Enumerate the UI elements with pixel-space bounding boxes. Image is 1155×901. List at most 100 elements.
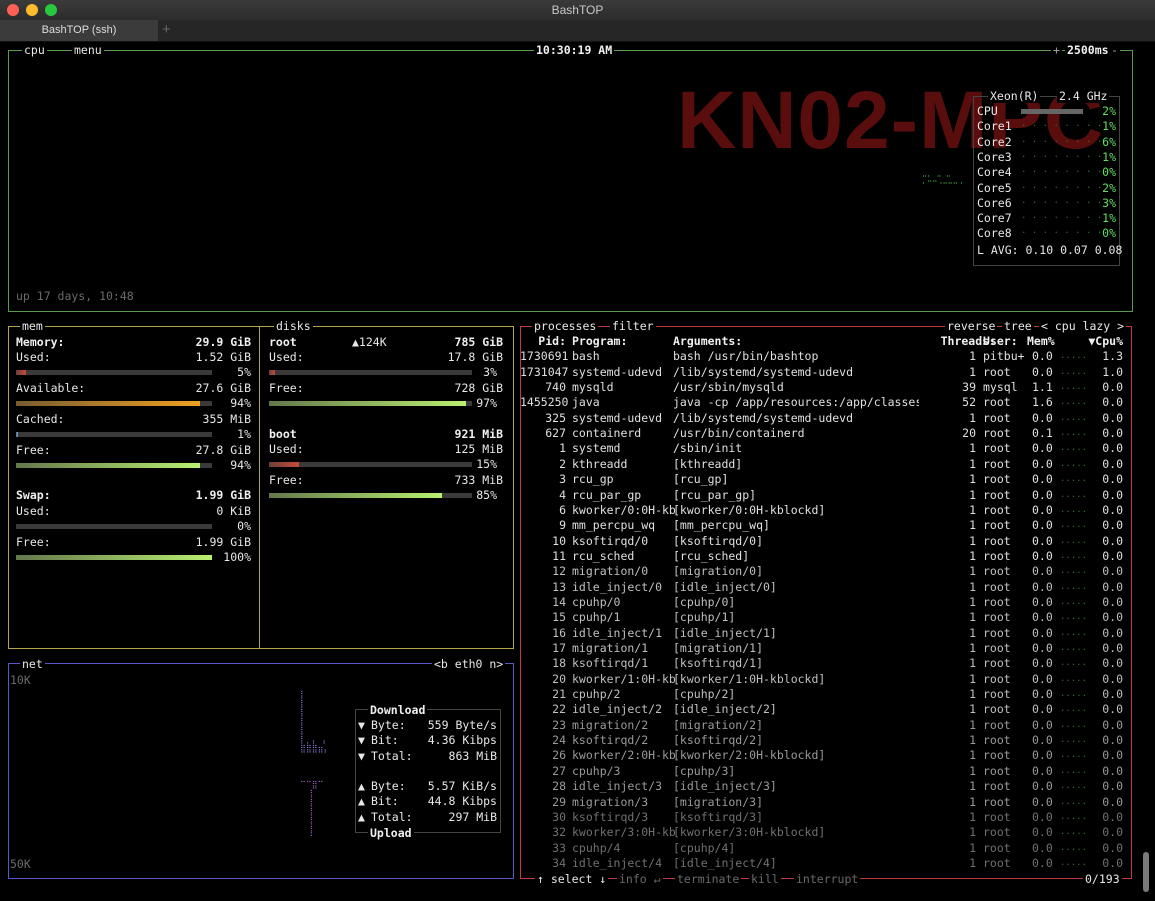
mem-available-bar [16, 401, 212, 406]
process-user: root [983, 395, 1011, 410]
process-pid: 15 [552, 610, 566, 625]
menu-button[interactable]: menu [72, 43, 104, 57]
process-user: root [983, 487, 1011, 502]
process-args: [ksoftirqd/2] [673, 733, 764, 748]
process-row[interactable]: 1731047 systemd-udevd/lib/systemd/systemd… [520, 365, 1132, 380]
process-row[interactable]: 1455250 java java -cp /app/resources:/app/… [520, 395, 1132, 410]
process-row[interactable]: 26 kworker/2:0H-kb [kworker/2:0H-kblockd] 1… [520, 748, 1132, 763]
process-row[interactable]: 1 systemd/sbin/init 1 root 0.0 0.0..... [520, 441, 1132, 456]
process-row[interactable]: 325 systemd-udevd/lib/systemd/systemd-ude… [520, 411, 1132, 426]
process-row[interactable]: 6 kworker/0:0H-kb [kworker/0:0H-kblockd] 1 r… [520, 503, 1132, 518]
process-cpu: 0.0 [1102, 809, 1123, 824]
col-mem[interactable]: Mem% [1027, 334, 1055, 349]
process-row[interactable]: 4 rcu_par_gp [rcu_par_gp] 1 root 0.0 0.0..... [520, 488, 1132, 503]
process-row[interactable]: 32 kworker/3:0H-kb [kworker/3:0H-kblockd] 1… [520, 825, 1132, 840]
col-program[interactable]: Program: [572, 334, 627, 349]
info-button[interactable]: info ↵ [617, 872, 663, 886]
process-args: /lib/systemd/systemd-udevd [673, 364, 854, 379]
filter-button[interactable]: filter [610, 319, 656, 333]
process-row[interactable]: 1730691 bash bash /usr/bin/bashtop 1 pitbu+ 0… [520, 349, 1132, 364]
process-row[interactable]: 27 cpuhp/3 [cpuhp/3] 1 root 0.0 0.0..... [520, 764, 1132, 779]
disk-boot-free-value: 733 MiB [454, 473, 503, 487]
swap-total-value: 1.99 GiB [195, 488, 251, 502]
process-cpu-graph: ..... [1060, 811, 1088, 822]
col-arguments[interactable]: Arguments: [673, 334, 742, 349]
col-cpu[interactable]: ▼Cpu% [1080, 334, 1123, 349]
mem-available-value: 27.6 GiB [195, 381, 251, 395]
process-row[interactable]: 30 ksoftirqd/3 [ksoftirqd/3] 1 root 0.0 0.0...… [520, 810, 1132, 825]
kill-button[interactable]: kill [749, 872, 781, 886]
process-row[interactable]: 2 kthreadd [kthreadd] 1 root 0.0 0.0..... [520, 457, 1132, 472]
process-args: [cpuhp/2] [673, 687, 736, 702]
col-user[interactable]: User: [983, 334, 1018, 349]
process-row[interactable]: 740 mysqld/usr/sbin/mysqld 39 mysql 1.1 0.0..… [520, 380, 1132, 395]
process-pid: 32 [552, 825, 566, 840]
mem-available-percent: 94% [230, 396, 251, 410]
process-cpu-graph: ..... [1060, 428, 1088, 439]
col-pid[interactable]: Pid: [520, 334, 566, 349]
process-threads: 1 [969, 656, 976, 671]
interrupt-button[interactable]: interrupt [794, 872, 861, 886]
process-user: mysql [983, 380, 1018, 395]
reverse-toggle[interactable]: reverse [945, 319, 998, 333]
process-pid: 2 [559, 456, 566, 471]
net-interface-selector[interactable]: <b eth0 n> [432, 657, 506, 671]
process-cpu-graph: ..... [1060, 658, 1088, 669]
process-program: ksoftirqd/2 [572, 733, 649, 748]
process-row[interactable]: 14 cpuhp/0 [cpuhp/0] 1 root 0.0 0.0..... [520, 595, 1132, 610]
process-user: root [983, 733, 1011, 748]
select-hint[interactable]: ↑ select ↓ [535, 872, 609, 886]
process-cpu-graph: ..... [1060, 781, 1088, 792]
process-row[interactable]: 10 ksoftirqd/0 [ksoftirqd/0] 1 root 0.0 0.0...… [520, 534, 1132, 549]
tree-toggle[interactable]: tree [1002, 319, 1034, 333]
interval-increase[interactable]: + [1051, 43, 1062, 57]
process-threads: 1 [969, 825, 976, 840]
process-row[interactable]: 28 idle_inject/3 [idle_inject/3] 1 root 0.0 0.… [520, 779, 1132, 794]
clock: 10:30:19 AM [534, 43, 615, 57]
process-row[interactable]: 16 idle_inject/1 [idle_inject/1] 1 root 0.0 0.… [520, 626, 1132, 641]
process-row[interactable]: 627 containerd/usr/bin/containerd 20 root 0.… [520, 426, 1132, 441]
process-row[interactable]: 20 kworker/1:0H-kb [kworker/1:0H-kblockd] 1… [520, 672, 1132, 687]
process-args: [cpuhp/1] [673, 610, 736, 625]
process-row[interactable]: 33 cpuhp/4 [cpuhp/4] 1 root 0.0 0.0..... [520, 841, 1132, 856]
process-mem: 0.0 [1032, 625, 1053, 640]
disk-boot-free-label: Free: [269, 473, 304, 487]
process-row[interactable]: 9 mm_percpu_wq [mm_percpu_wq] 1 root 0.0 0.0..… [520, 518, 1132, 533]
disk-root-used-value: 17.8 GiB [447, 350, 503, 364]
interval-decrease[interactable]: - [1109, 43, 1120, 57]
process-user: root [983, 641, 1011, 655]
process-row[interactable]: 12 migration/0 [migration/0] 1 root 0.0 0.0...… [520, 564, 1132, 579]
process-row[interactable]: 3 rcu_gp [rcu_gp] 1 root 0.0 0.0..... [520, 472, 1132, 487]
process-row[interactable]: 13 idle_inject/0 [idle_inject/0] 1 root 0.0 0.… [520, 580, 1132, 595]
process-cpu: 0.0 [1102, 656, 1123, 671]
process-user: root [983, 502, 1011, 517]
process-row[interactable]: 11 rcu_sched [rcu_sched] 1 root 0.0 0.0..... [520, 549, 1132, 564]
process-args: [idle_inject/4] [673, 855, 777, 870]
core-name: Core4 [977, 165, 1012, 180]
process-args: [ksoftirqd/0] [673, 533, 764, 548]
process-cpu-graph: ..... [1060, 765, 1088, 776]
process-threads: 52 [962, 395, 976, 410]
process-row[interactable]: 15 cpuhp/1 [cpuhp/1] 1 root 0.0 0.0..... [520, 610, 1132, 625]
process-args: [rcu_par_gp] [673, 487, 757, 502]
process-row[interactable]: 23 migration/2 [migration/2] 1 root 0.0 0.0...… [520, 718, 1132, 733]
process-row[interactable]: 34 idle_inject/4 [idle_inject/4] 1 root 0.0 0.… [520, 856, 1132, 871]
process-row[interactable]: 21 cpuhp/2 [cpuhp/2] 1 root 0.0 0.0..... [520, 687, 1132, 702]
process-mem: 0.0 [1032, 855, 1053, 870]
upload-title: Upload [368, 826, 414, 840]
process-row[interactable]: 17 migration/1 [migration/1] 1 root 0.0 0.0...… [520, 641, 1132, 656]
core-name: Core6 [977, 195, 1012, 210]
process-row[interactable]: 24 ksoftirqd/2 [ksoftirqd/2] 1 root 0.0 0.0...… [520, 733, 1132, 748]
process-row[interactable]: 18 ksoftirqd/1 [ksoftirqd/1] 1 root 0.0 0.0...… [520, 656, 1132, 671]
process-threads: 1 [969, 579, 976, 594]
process-row[interactable]: 29 migration/3 [migration/3] 1 root 0.0 0.0...… [520, 795, 1132, 810]
process-user: root [983, 702, 1011, 717]
sort-selector[interactable]: < cpu lazy > [1039, 319, 1127, 333]
process-row[interactable]: 22 idle_inject/2 [idle_inject/2] 1 root 0.0 0.… [520, 702, 1132, 717]
terminate-button[interactable]: terminate [675, 872, 742, 886]
terminal-scrollbar[interactable] [1143, 852, 1149, 892]
disk-boot-used-bar-fill [269, 462, 300, 467]
tab-bashtop[interactable]: BashTOP (ssh) [0, 20, 158, 41]
new-tab-button[interactable]: + [162, 21, 171, 38]
disk-boot-free-bar-fill [269, 493, 442, 498]
